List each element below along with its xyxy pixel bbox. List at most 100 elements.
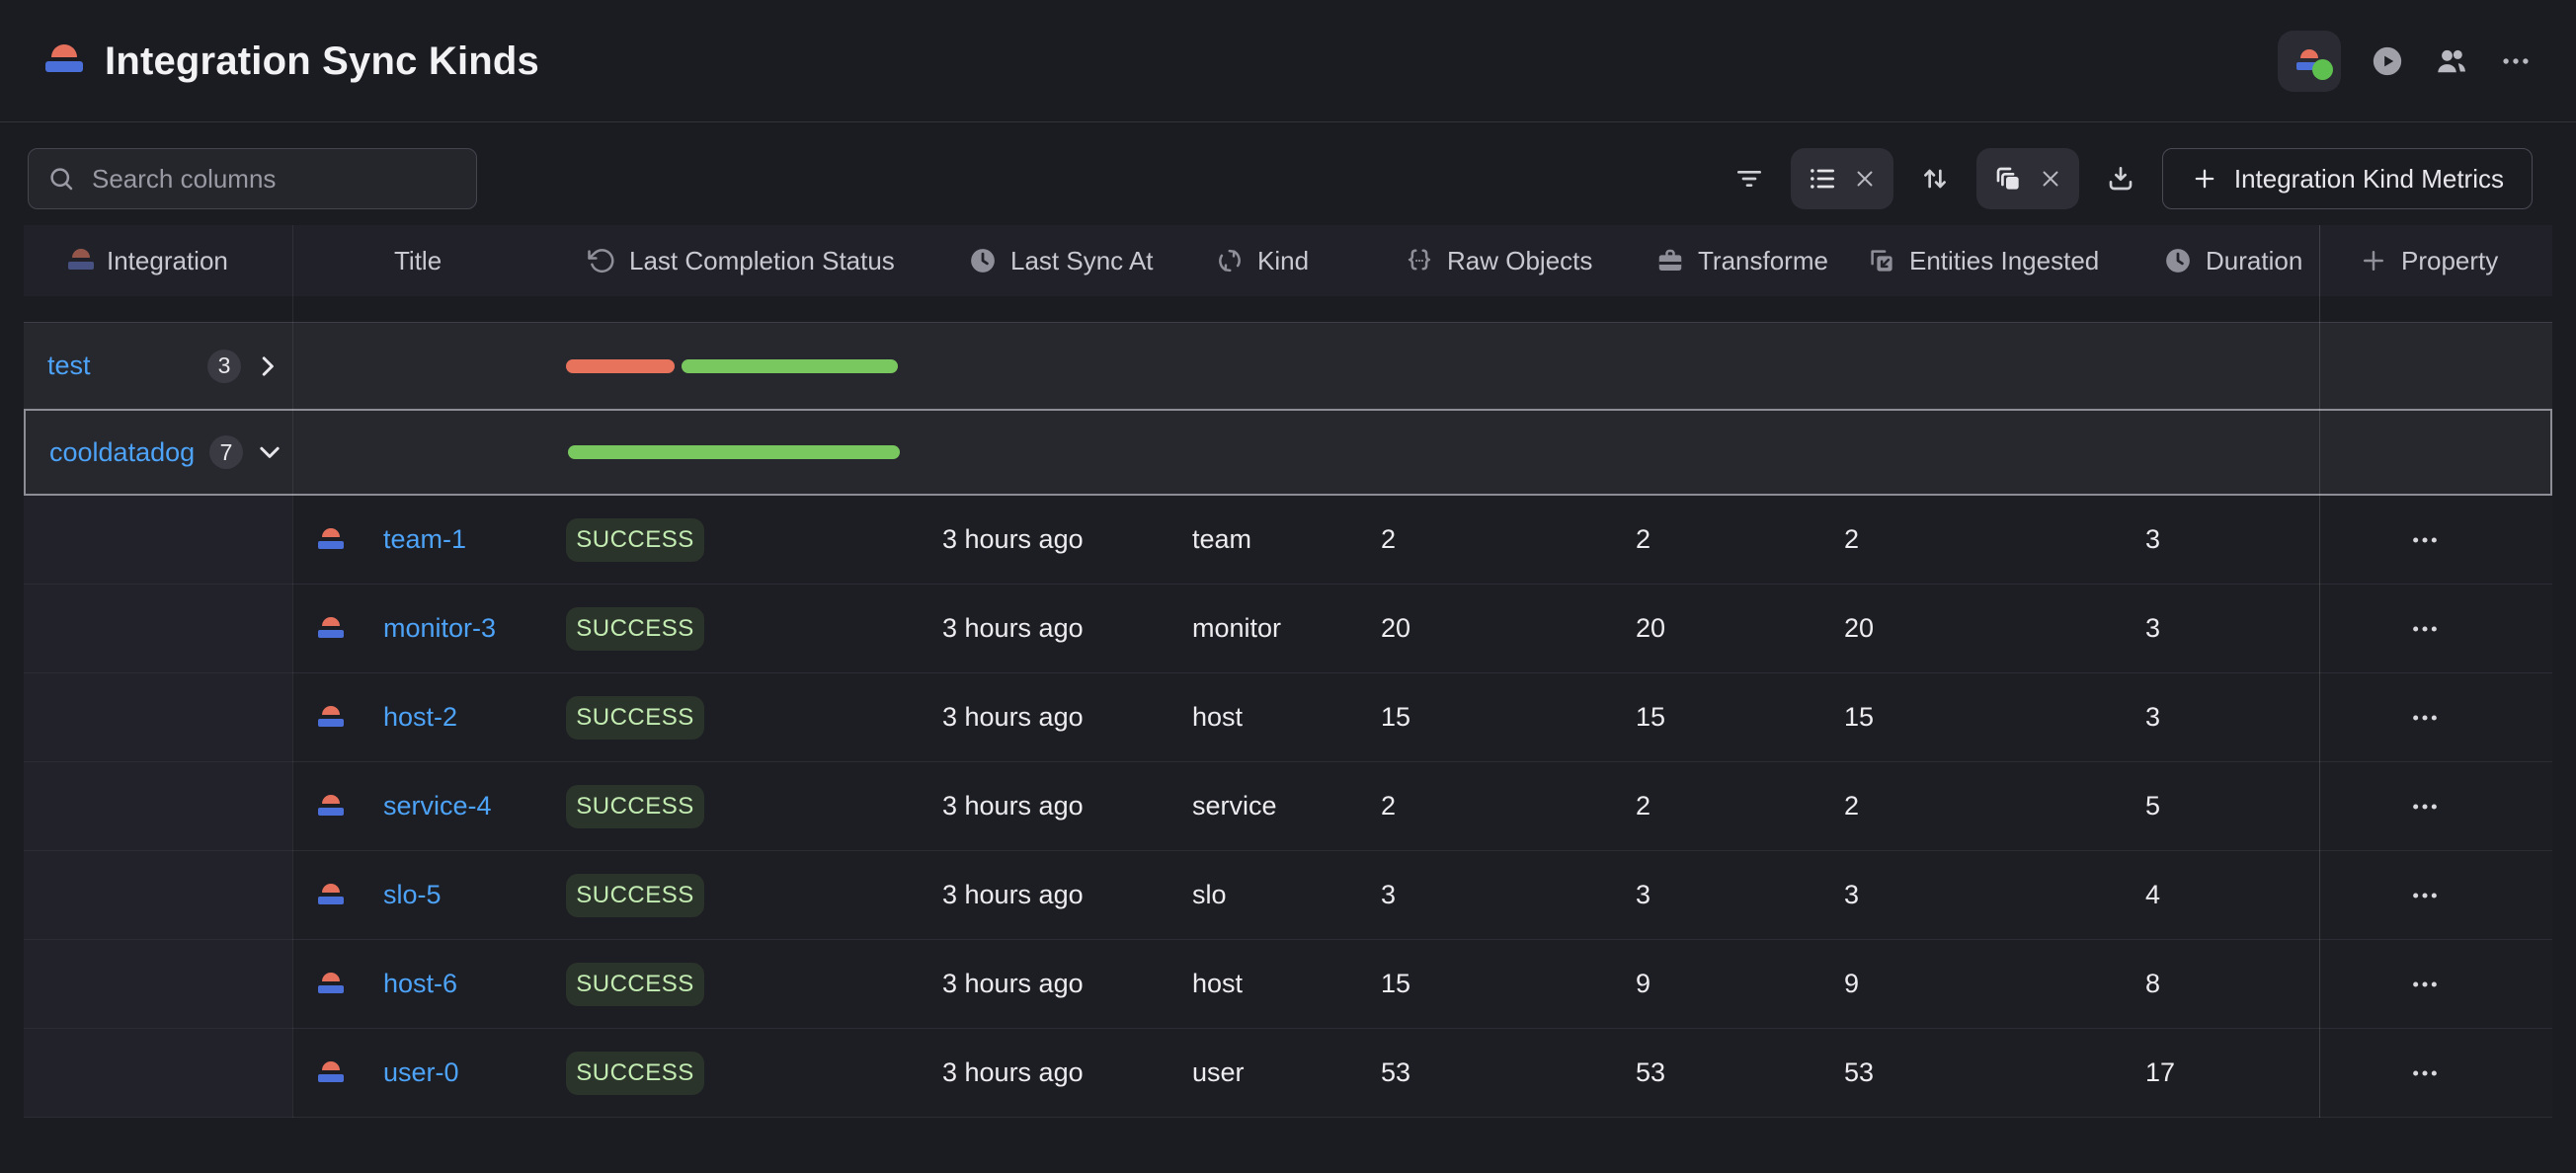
group-row-cooldatadog[interactable]: cooldatadog 7 — [24, 409, 2552, 496]
table-row-monitor-3[interactable]: monitor-3SUCCESS3 hours agomonitor202020… — [24, 585, 2552, 673]
clear-cards-button[interactable] — [2038, 166, 2063, 192]
search-columns-input[interactable] — [90, 163, 458, 196]
raw-objects-value: 2 — [1381, 496, 1396, 584]
row-title-link[interactable]: host-6 — [383, 969, 457, 999]
row-menu-button[interactable] — [2395, 851, 2455, 939]
more-icon — [2409, 1057, 2441, 1089]
transformed-value: 20 — [1636, 585, 1665, 672]
table-row-host-2[interactable]: host-2SUCCESS3 hours agohost1515153 — [24, 673, 2552, 762]
topbar: Integration Sync Kinds — [0, 0, 2576, 122]
more-icon — [2499, 44, 2533, 78]
table-row-host-6[interactable]: host-6SUCCESS3 hours agohost15998 — [24, 940, 2552, 1029]
transformed-value: 2 — [1636, 762, 1650, 850]
row-title-link[interactable]: host-2 — [383, 702, 457, 733]
page-title: Integration Sync Kinds — [105, 39, 539, 84]
cards-icon — [1992, 163, 2024, 195]
row-title-link[interactable]: user-0 — [383, 1057, 459, 1088]
row-menu-button[interactable] — [2395, 585, 2455, 672]
column-header-raw-objects[interactable]: Raw Objects — [1405, 225, 1592, 296]
pinned-column-bg — [24, 585, 292, 672]
status-badge: SUCCESS — [566, 963, 704, 1006]
row-menu-button[interactable] — [2395, 496, 2455, 584]
braces-icon — [1405, 246, 1434, 275]
row-title-link[interactable]: slo-5 — [383, 880, 442, 910]
search-icon — [46, 164, 76, 194]
group-count-badge: 7 — [209, 435, 243, 469]
duration-value: 3 — [2145, 585, 2160, 672]
transformed-value: 15 — [1636, 673, 1665, 761]
column-header-duration[interactable]: Duration — [2163, 225, 2302, 296]
more-icon — [2409, 613, 2441, 645]
row-menu-button[interactable] — [2395, 762, 2455, 850]
table-row-service-4[interactable]: service-4SUCCESS3 hours agoservice2225 — [24, 762, 2552, 851]
duration-value: 3 — [2145, 673, 2160, 761]
chevron-right-icon[interactable] — [253, 352, 282, 381]
group-link[interactable]: cooldatadog — [49, 437, 195, 468]
more-icon — [2409, 969, 2441, 1000]
kind-value: team — [1192, 496, 1251, 584]
row-title-link[interactable]: service-4 — [383, 791, 492, 821]
column-header-title[interactable]: Title — [394, 225, 442, 296]
last-sync-at-value: 3 hours ago — [942, 496, 1084, 584]
pinned-column-bg — [24, 762, 292, 850]
download-button[interactable] — [2105, 163, 2136, 195]
plus-icon — [2191, 165, 2218, 193]
actions-column-divider — [2319, 225, 2320, 1118]
users-button[interactable] — [2434, 43, 2469, 79]
history-icon — [587, 246, 616, 275]
column-label: Last Completion Status — [629, 246, 895, 276]
column-label: Last Sync At — [1010, 246, 1154, 276]
column-label: Kind — [1257, 246, 1309, 276]
duration-value: 8 — [2145, 940, 2160, 1028]
chevron-down-icon[interactable] — [255, 437, 284, 467]
add-integration-kind-metrics-button[interactable]: Integration Kind Metrics — [2162, 148, 2533, 209]
row-menu-button[interactable] — [2395, 940, 2455, 1028]
column-divider — [292, 225, 293, 1118]
column-label: Entities Ingested — [1909, 246, 2099, 276]
column-header-last-sync-at[interactable]: Last Sync At — [968, 225, 1154, 296]
group-row-test[interactable]: test3 — [24, 322, 2552, 409]
entities-ingested-value: 2 — [1844, 496, 1859, 584]
sync-icon — [1215, 246, 1245, 275]
group-link[interactable]: test — [47, 351, 91, 381]
port-logo-icon — [45, 44, 83, 78]
port-logo-icon — [318, 1061, 344, 1085]
row-menu-button[interactable] — [2395, 1029, 2455, 1117]
column-label: Title — [394, 246, 442, 276]
toolbar-controls: Integration Kind Metrics — [1733, 148, 2533, 209]
pinned-column-bg — [24, 1029, 292, 1117]
play-button[interactable] — [2371, 44, 2404, 78]
last-sync-at-value: 3 hours ago — [942, 585, 1084, 672]
integration-status-button[interactable] — [2278, 31, 2341, 92]
cards-chip[interactable] — [1976, 148, 2079, 209]
status-badge: SUCCESS — [566, 518, 704, 562]
table-row-team-1[interactable]: team-1SUCCESS3 hours agoteam2223 — [24, 496, 2552, 585]
duration-value: 5 — [2145, 762, 2160, 850]
entities-ingested-value: 53 — [1844, 1029, 1874, 1117]
status-badge: SUCCESS — [566, 874, 704, 917]
column-header-transforme[interactable]: Transforme — [1655, 225, 1828, 296]
table-row-user-0[interactable]: user-0SUCCESS3 hours agouser53535317 — [24, 1029, 2552, 1118]
status-dot-icon — [2312, 59, 2333, 80]
sort-button[interactable] — [1919, 163, 1951, 195]
column-header-kind[interactable]: Kind — [1215, 225, 1309, 296]
clear-group-by-button[interactable] — [1852, 166, 1878, 192]
row-title-link[interactable]: monitor-3 — [383, 613, 496, 644]
group-by-chip[interactable] — [1791, 148, 1893, 209]
column-header-property[interactable]: Property — [2359, 225, 2498, 296]
more-button[interactable] — [2499, 44, 2533, 78]
column-header-integration[interactable]: Integration — [68, 225, 228, 296]
filter-button[interactable] — [1733, 163, 1765, 195]
column-header-entities-ingested[interactable]: Entities Ingested — [1867, 225, 2099, 296]
kind-value: host — [1192, 940, 1243, 1028]
toolbar: Integration Kind Metrics — [0, 148, 2576, 209]
row-menu-button[interactable] — [2395, 673, 2455, 761]
table-row-slo-5[interactable]: slo-5SUCCESS3 hours agoslo3334 — [24, 851, 2552, 940]
last-sync-at-value: 3 hours ago — [942, 940, 1084, 1028]
port-logo-icon — [318, 973, 344, 996]
status-badge: SUCCESS — [566, 696, 704, 740]
status-badge: SUCCESS — [566, 785, 704, 828]
column-header-last-completion-status[interactable]: Last Completion Status — [587, 225, 895, 296]
chevron-right-icon — [253, 352, 282, 381]
row-title-link[interactable]: team-1 — [383, 524, 466, 555]
